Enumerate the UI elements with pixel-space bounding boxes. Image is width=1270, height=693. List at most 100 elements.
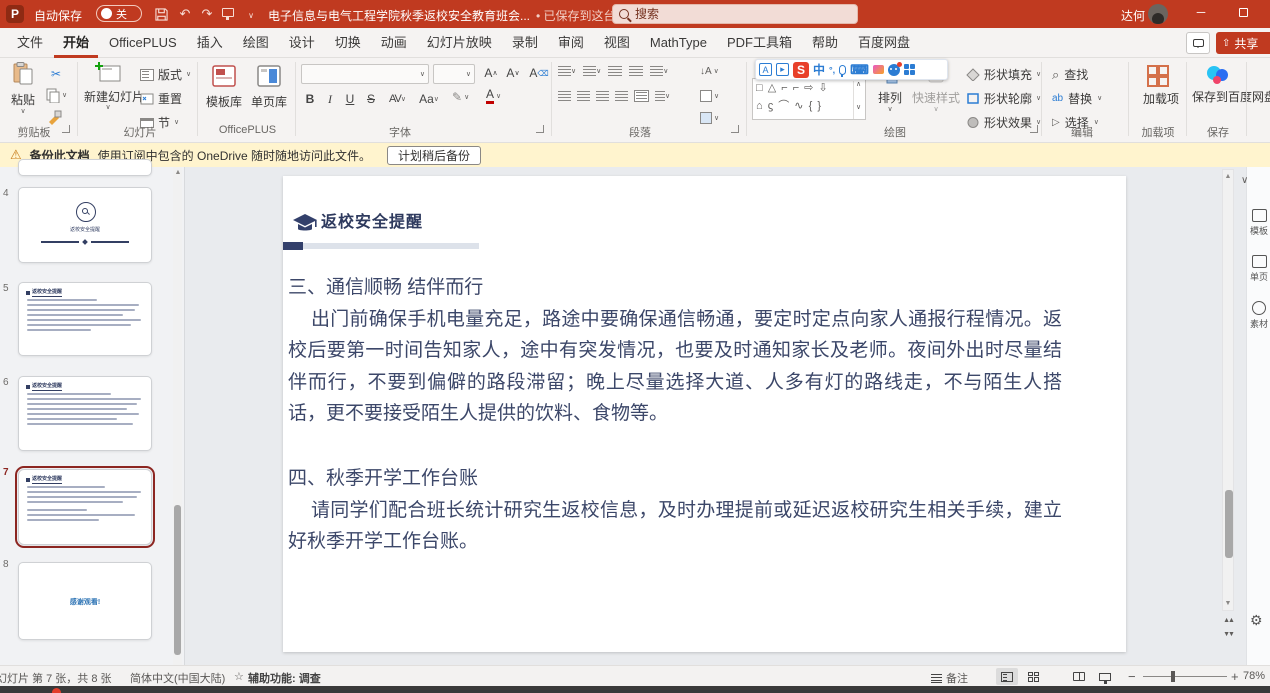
previous-slide-button[interactable]: ▲▲ [1221, 617, 1235, 624]
tab-officeplus[interactable]: OfficePLUS [100, 28, 186, 58]
panel-item-materials[interactable]: 素材 [1250, 301, 1270, 330]
ime-assistant-icon[interactable] [888, 64, 900, 76]
next-slide-button[interactable]: ▼▼ [1221, 631, 1235, 638]
tab-pdf-tools[interactable]: PDF工具箱 [718, 28, 801, 58]
shape-outline-button[interactable]: 形状轮廓 ∨ [966, 90, 1041, 107]
slide-sorter-view-button[interactable] [1022, 668, 1044, 685]
accessibility-status[interactable]: 辅助功能: 调查 [248, 670, 321, 686]
cut-icon[interactable]: ✂ [46, 66, 66, 82]
taskbar-app-icon[interactable] [52, 688, 61, 693]
tab-draw[interactable]: 绘图 [234, 28, 278, 58]
columns-button[interactable]: ∨ [655, 91, 670, 101]
ime-skin-icon[interactable] [873, 65, 884, 74]
increase-font-button[interactable]: A∧ [482, 64, 500, 82]
notes-button[interactable]: 备注 [931, 670, 968, 686]
align-text-button[interactable]: ∨ [700, 90, 719, 102]
single-page-library-button[interactable]: 单页库 [248, 64, 290, 110]
canvas-scroll-thumb[interactable] [1225, 490, 1233, 558]
shapes-row-1[interactable]: □ △ ⌐ ⌐ ⇨ ⇩ [753, 79, 865, 98]
highlight-button[interactable]: ✎ ∨ [452, 90, 469, 104]
align-center-icon[interactable] [577, 91, 590, 101]
zoom-percentage[interactable]: 78% [1243, 670, 1265, 682]
tab-review[interactable]: 审阅 [549, 28, 593, 58]
shapes-scroll[interactable]: ∧ ∨ [853, 81, 863, 119]
italic-button[interactable]: I [321, 90, 339, 108]
find-button[interactable]: ⌕ 查找 [1052, 66, 1088, 83]
zoom-slider-track[interactable] [1143, 676, 1227, 677]
tab-slideshow[interactable]: 幻灯片放映 [418, 28, 501, 58]
thumbnail-scroll-thumb[interactable] [174, 505, 181, 655]
ime-toolbar[interactable]: A ▸ S 中 °, ⌨ [755, 59, 948, 80]
change-case-button[interactable]: Aa∨ [416, 90, 442, 108]
ime-apps-icon[interactable] [904, 64, 915, 75]
settings-gear-icon[interactable]: ⚙ [1250, 612, 1270, 629]
panel-item-single-page[interactable]: 单页 [1250, 255, 1270, 283]
panel-item-templates[interactable]: 模板 [1250, 209, 1270, 237]
new-slide-button[interactable]: 新建幻灯片 ∨ [84, 62, 132, 111]
start-slideshow-icon[interactable] [222, 8, 234, 17]
font-size-select[interactable]: ∨ [433, 64, 475, 84]
slide-body-text-2[interactable]: 四、秋季开学工作台账 请同学们配合班长统计研究生返校信息，及时办理提前或延迟返校… [288, 463, 1062, 558]
redo-icon[interactable]: ↷ [198, 5, 216, 23]
drawing-dialog-launcher[interactable] [1030, 125, 1038, 133]
replace-button[interactable]: ab 替换 ∨ [1052, 90, 1102, 107]
tab-animations[interactable]: 动画 [372, 28, 416, 58]
addins-button[interactable]: 加载项 [1134, 64, 1182, 106]
slide-canvas[interactable]: 返校安全提醒 三、通信顺畅 结伴而行 出门前确保手机电量充足，路途中要确保通信畅… [283, 176, 1126, 652]
ime-cursor-icon[interactable]: ▸ [776, 63, 789, 76]
decrease-font-button[interactable]: A∨ [504, 64, 522, 82]
slide-body-text[interactable]: 三、通信顺畅 结伴而行 出门前确保手机电量充足，路途中要确保通信畅通，要定时定点… [288, 272, 1062, 430]
language-status[interactable]: 简体中文(中国大陆) [130, 670, 225, 686]
thumbnail-slide-6[interactable]: 返校安全提醒 [18, 376, 152, 451]
copy-button[interactable]: ∨ [46, 88, 67, 103]
underline-button[interactable]: U [341, 90, 359, 108]
share-button[interactable]: ⇧ 共享 [1216, 32, 1270, 54]
template-library-button[interactable]: 模板库 [203, 64, 245, 110]
reading-view-button[interactable] [1068, 668, 1090, 685]
save-to-baidu-button[interactable]: 保存到百度网盘 [1190, 64, 1246, 104]
strikethrough-button[interactable]: S [362, 90, 380, 108]
distribute-icon[interactable] [634, 90, 649, 102]
shapes-gallery[interactable]: □ △ ⌐ ⌐ ⇨ ⇩ ⌂ ϛ ⌒ ∿ { } ∧ ∨ [752, 78, 866, 120]
undo-icon[interactable]: ↶ [176, 5, 194, 23]
taskbar-sliver[interactable] [0, 686, 1270, 693]
tab-home[interactable]: 开始 [54, 28, 98, 58]
ime-textbox-icon[interactable]: A [759, 63, 772, 76]
collapse-panel-chevron-icon[interactable]: ∨ [1241, 175, 1248, 186]
avatar[interactable] [1148, 4, 1168, 24]
search-box[interactable] [612, 4, 858, 24]
zoom-slider-thumb[interactable] [1171, 671, 1175, 682]
thumbnail-slide-3-partial[interactable] [18, 159, 152, 176]
tab-file[interactable]: 文件 [8, 28, 52, 58]
clipboard-dialog-launcher[interactable] [62, 125, 70, 133]
comments-button[interactable] [1186, 32, 1210, 54]
shapes-row-2[interactable]: ⌂ ϛ ⌒ ∿ { } [753, 98, 865, 114]
tab-record[interactable]: 录制 [503, 28, 547, 58]
reset-button[interactable]: 重置 [140, 90, 182, 107]
canvas-scrollbar[interactable]: ▲ ▼ [1222, 169, 1234, 611]
thumbnail-slide-8[interactable]: 感谢观看! [18, 562, 152, 640]
clear-formatting-button[interactable]: A⌫ [530, 64, 548, 82]
paragraph-dialog-launcher[interactable] [731, 125, 739, 133]
minimize-button[interactable]: ─ [1186, 0, 1216, 24]
tab-mathtype[interactable]: MathType [641, 28, 716, 58]
ime-microphone-icon[interactable] [839, 65, 846, 75]
align-left-icon[interactable] [558, 91, 571, 101]
convert-smartart-button[interactable]: ∨ [700, 112, 719, 124]
decrease-indent-icon[interactable] [608, 66, 622, 76]
autosave-toggle[interactable]: 关 [96, 5, 142, 22]
font-name-select[interactable]: ∨ [301, 64, 429, 84]
font-color-button[interactable]: A ∨ [486, 88, 501, 104]
align-right-icon[interactable] [596, 91, 609, 101]
layout-button[interactable]: 版式 ∨ [140, 66, 191, 83]
bullets-button[interactable]: ∨ [558, 66, 576, 76]
scroll-up-icon[interactable]: ▲ [1222, 173, 1234, 180]
numbering-button[interactable]: ∨ [583, 66, 601, 76]
zoom-in-button[interactable]: + [1231, 669, 1239, 684]
line-spacing-button[interactable]: ∨ [650, 66, 668, 76]
justify-icon[interactable] [615, 91, 628, 101]
font-dialog-launcher[interactable] [536, 125, 544, 133]
paste-button[interactable]: 粘贴 ∨ [8, 62, 38, 115]
restore-button[interactable] [1228, 0, 1258, 24]
save-icon[interactable] [152, 5, 170, 23]
